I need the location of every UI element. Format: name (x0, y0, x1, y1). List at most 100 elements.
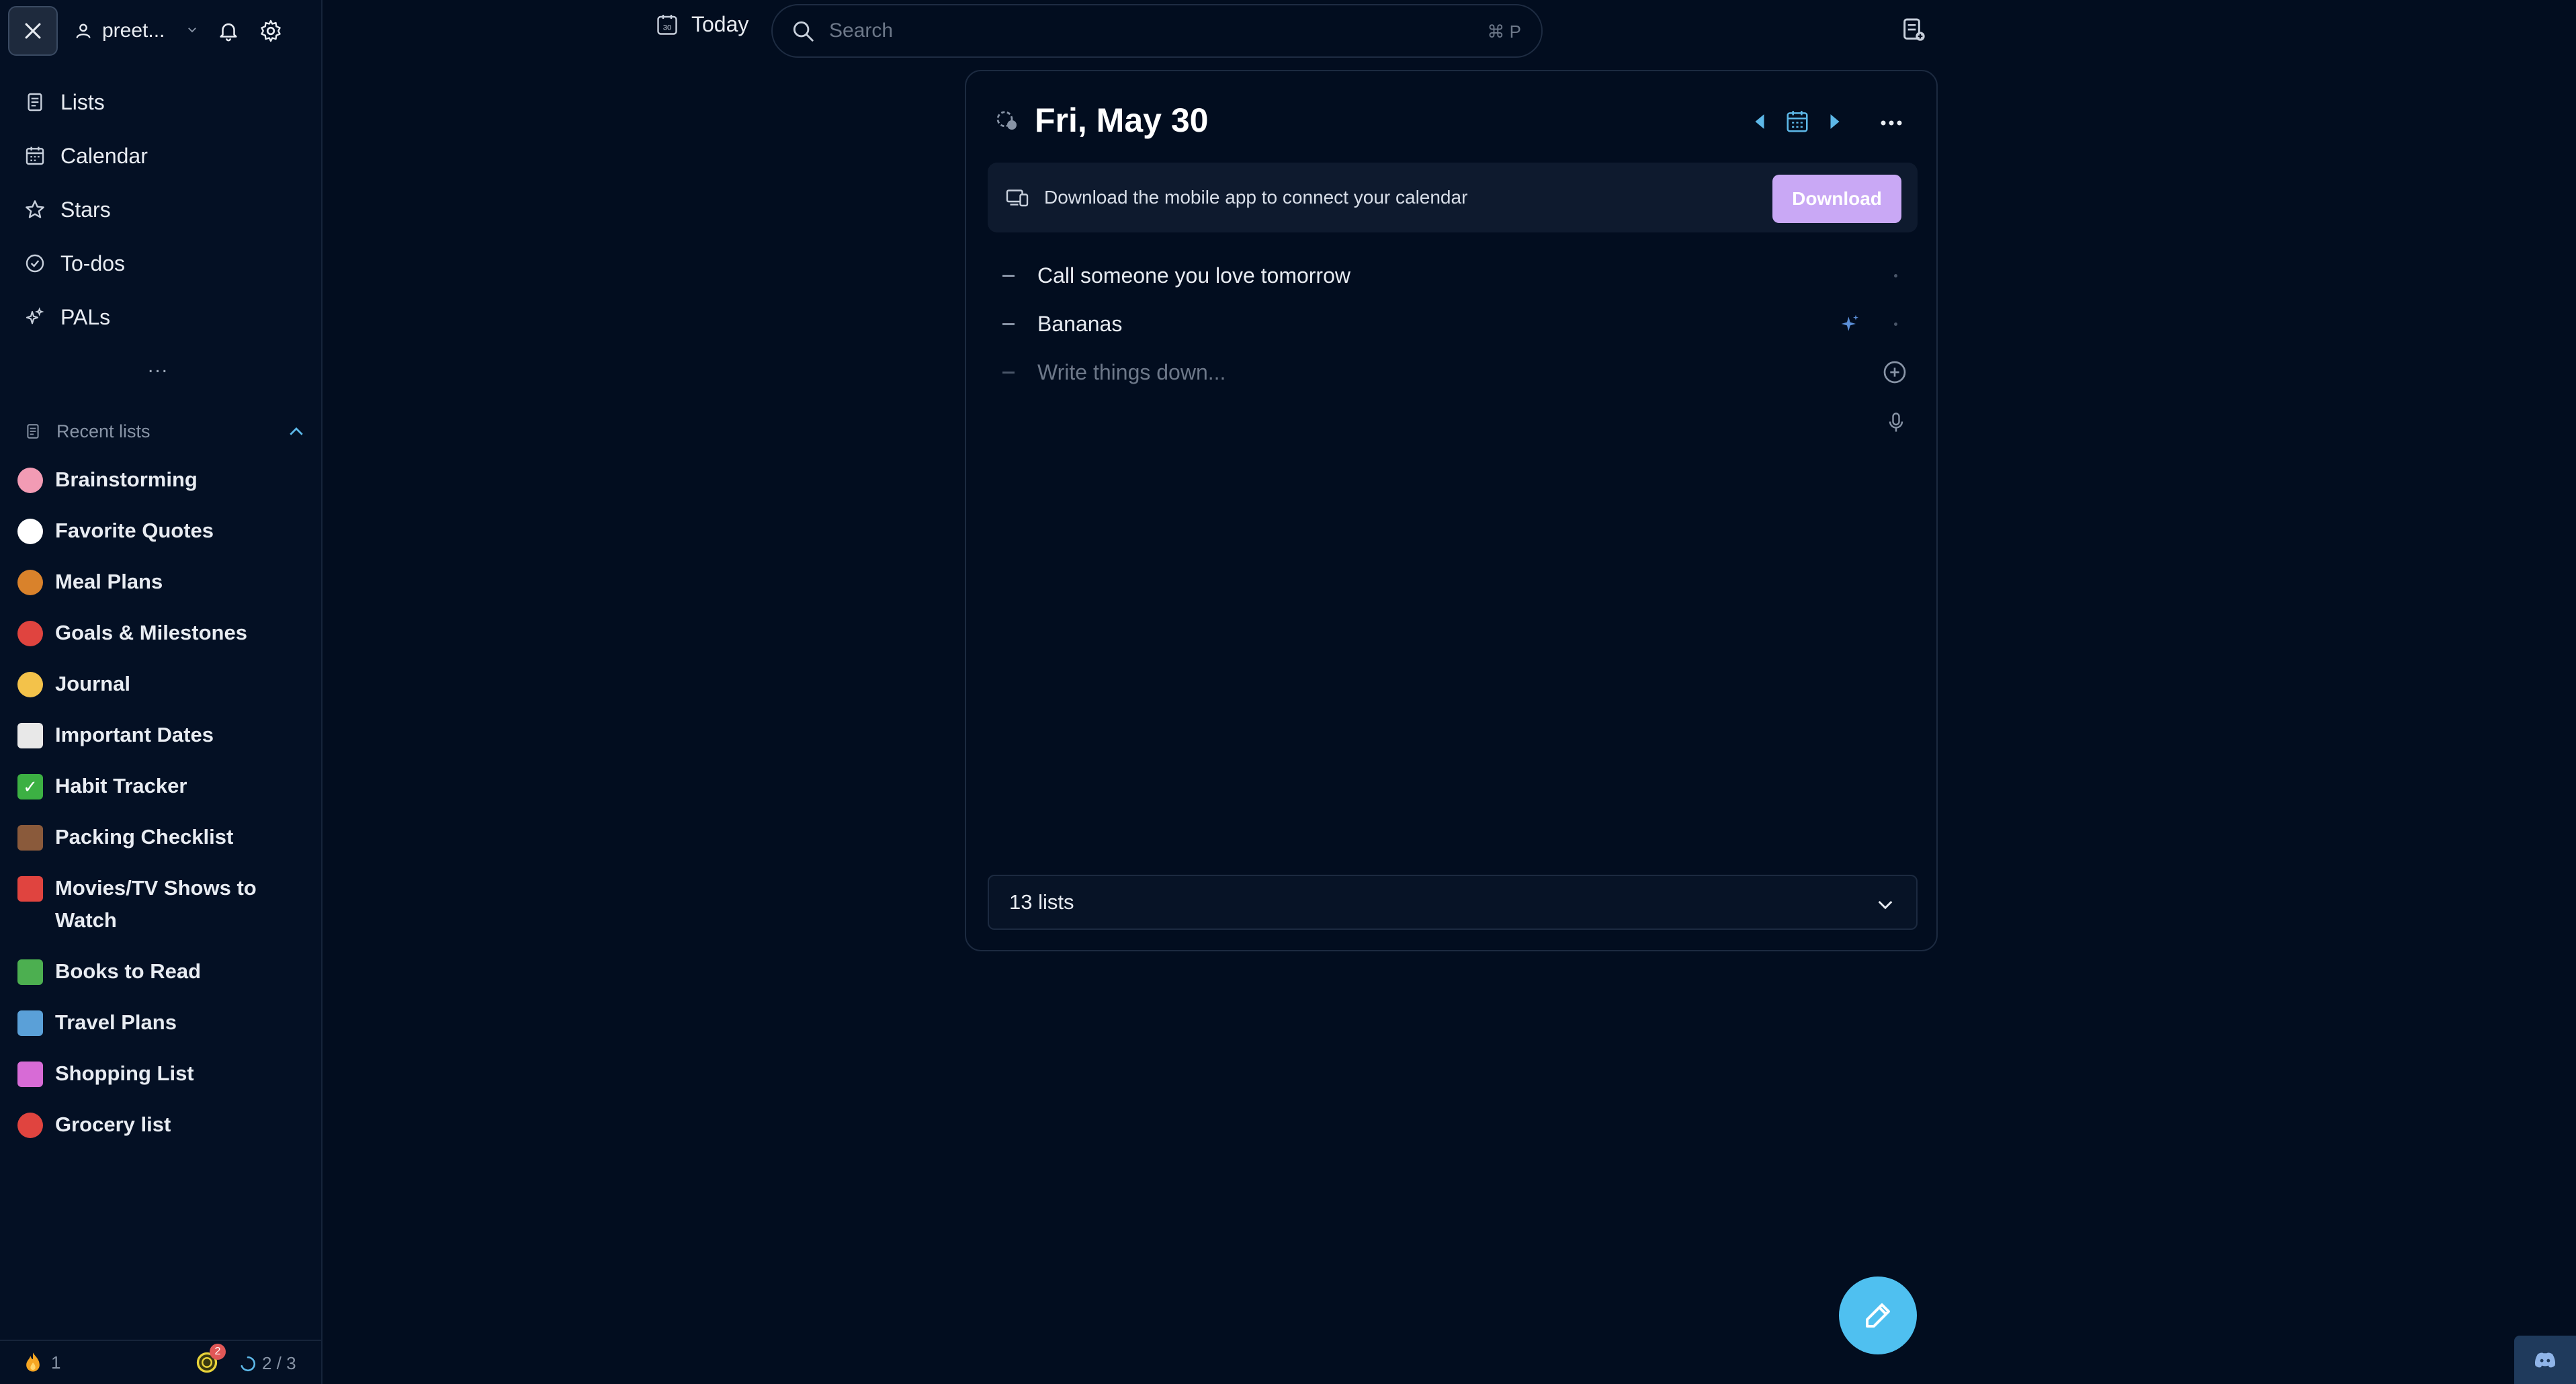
lists-count: 13 lists (1009, 890, 1074, 914)
search-shortcut: ⌘ P (1487, 21, 1521, 42)
recent-list-item[interactable]: Shopping List (0, 1048, 323, 1099)
today-label: Today (691, 12, 749, 36)
new-list-icon[interactable] (1900, 16, 1927, 46)
nav-item-todos[interactable]: To-dos (0, 236, 323, 290)
chevron-up-icon[interactable] (286, 422, 306, 445)
list-label: Important Dates (55, 723, 214, 746)
calendar-day-number: 30 (663, 24, 672, 32)
ai-sparkle-icon[interactable] (1840, 313, 1861, 338)
date-header: Fri, May 30 (993, 101, 1208, 140)
nav-label: To-dos (60, 251, 126, 275)
bullet-dash (1002, 322, 1015, 325)
chevron-down-icon[interactable] (186, 24, 198, 39)
add-circle-icon[interactable] (1881, 359, 1908, 389)
recent-list-item[interactable]: Travel Plans (0, 997, 323, 1048)
recent-list-item[interactable]: Journal (0, 658, 323, 709)
gear-icon[interactable] (259, 19, 283, 43)
banner-text: Download the mobile app to connect your … (1044, 187, 1468, 208)
progress-indicator[interactable]: 2 / 3 (239, 1353, 296, 1374)
pencil-icon (1866, 1303, 1890, 1328)
discord-button[interactable] (2514, 1336, 2576, 1384)
recent-list-item[interactable]: Brainstorming (0, 454, 323, 505)
writing-hand-icon (17, 672, 43, 697)
nav-label: Calendar (60, 143, 148, 168)
notification-badge: 2 (210, 1344, 226, 1360)
devices-icon (1006, 189, 1029, 207)
list-label: Packing Checklist (55, 825, 234, 849)
list-label: Brainstorming (55, 468, 198, 491)
calendar-picker-icon[interactable] (1785, 109, 1810, 138)
more-options-icon[interactable] (1880, 118, 1903, 130)
close-sidebar-button[interactable] (8, 6, 58, 56)
list-label: Movies/TV Shows to Watch (55, 876, 257, 932)
list-item[interactable]: Bananas (988, 300, 1918, 348)
recent-lists-header[interactable]: Recent lists (24, 417, 306, 446)
check-mark-icon: ✓ (17, 774, 43, 799)
recent-list-item[interactable]: Books to Read (0, 946, 323, 997)
weather-icon (996, 111, 1017, 130)
list-icon (28, 93, 42, 112)
previous-day-button[interactable] (1752, 113, 1767, 134)
search-input[interactable]: Search ⌘ P (771, 4, 1543, 58)
new-item-input[interactable]: Write things down... (1037, 360, 1226, 385)
search-icon (793, 21, 814, 42)
chevron-down-icon (1875, 894, 1896, 920)
list-label: Goals & Milestones (55, 621, 247, 644)
new-item-row[interactable]: Write things down... (988, 348, 1918, 396)
download-button[interactable]: Download (1772, 175, 1901, 223)
more-button[interactable]: ... (148, 355, 169, 378)
check-circle-icon (26, 254, 44, 273)
user-icon (76, 24, 91, 38)
recent-list-item[interactable]: Packing Checklist (0, 812, 323, 863)
recent-lists: Brainstorming Favorite Quotes Meal Plans… (0, 454, 323, 1150)
list-label: Travel Plans (55, 1010, 177, 1034)
search-placeholder: Search (829, 19, 894, 42)
fire-icon (26, 1352, 40, 1372)
microphone-icon[interactable] (1884, 410, 1908, 438)
calendar-icon (26, 146, 44, 165)
nav-item-stars[interactable]: Stars (0, 183, 323, 236)
sidebar-header: preet... (8, 6, 314, 56)
item-text[interactable]: Bananas (1037, 312, 1122, 337)
recent-list-item[interactable]: ✓ Habit Tracker (0, 761, 323, 812)
progress-text: 2 / 3 (262, 1353, 296, 1373)
sparkles-icon (26, 307, 44, 325)
target-icon (17, 621, 43, 646)
compose-button[interactable] (1839, 1277, 1917, 1354)
main-nav: Lists Calendar Stars To-dos PALs (0, 75, 323, 344)
list-label: Books to Read (55, 959, 202, 983)
bell-icon[interactable] (217, 19, 240, 42)
recent-list-item[interactable]: Favorite Quotes (0, 505, 323, 556)
calendar-banner: Download the mobile app to connect your … (988, 163, 1918, 232)
nav-item-lists[interactable]: Lists (0, 75, 323, 129)
nav-item-pals[interactable]: PALs (0, 290, 323, 344)
recent-list-item[interactable]: Meal Plans (0, 556, 323, 607)
bullet-dash (1002, 371, 1015, 374)
sidebar-footer: 1 2 2 / 3 (0, 1340, 323, 1384)
today-button[interactable]: 30 Today (655, 12, 748, 37)
item-dot (1894, 274, 1897, 277)
nav-label: Stars (60, 197, 111, 222)
recent-list-item[interactable]: Important Dates (0, 709, 323, 761)
recent-list-item[interactable]: Movies/TV Shows to Watch (0, 863, 323, 946)
list-label: Journal (55, 672, 130, 695)
recent-lists-title: Recent lists (56, 421, 151, 441)
list-label: Habit Tracker (55, 774, 187, 797)
list-icon (27, 424, 39, 439)
bullet-dash (1002, 274, 1015, 277)
item-text[interactable]: Call someone you love tomorrow (1037, 263, 1350, 288)
day-items: Call someone you love tomorrow Bananas W… (988, 251, 1918, 396)
books-icon (17, 959, 43, 985)
next-day-button[interactable] (1828, 113, 1842, 134)
date-title: Fri, May 30 (1035, 101, 1209, 139)
close-icon (25, 23, 41, 39)
streak-counter[interactable]: 1 (23, 1352, 60, 1373)
user-menu[interactable]: preet... (74, 19, 165, 42)
nav-item-calendar[interactable]: Calendar (0, 129, 323, 183)
lists-dropdown[interactable]: 13 lists (988, 875, 1918, 930)
star-icon (26, 200, 44, 218)
list-item[interactable]: Call someone you love tomorrow (988, 251, 1918, 300)
recent-list-item[interactable]: Goals & Milestones (0, 607, 323, 658)
recent-list-item[interactable]: Grocery list (0, 1099, 323, 1150)
day-card: Fri, May 30 Download the mobile app to c… (965, 70, 1938, 951)
